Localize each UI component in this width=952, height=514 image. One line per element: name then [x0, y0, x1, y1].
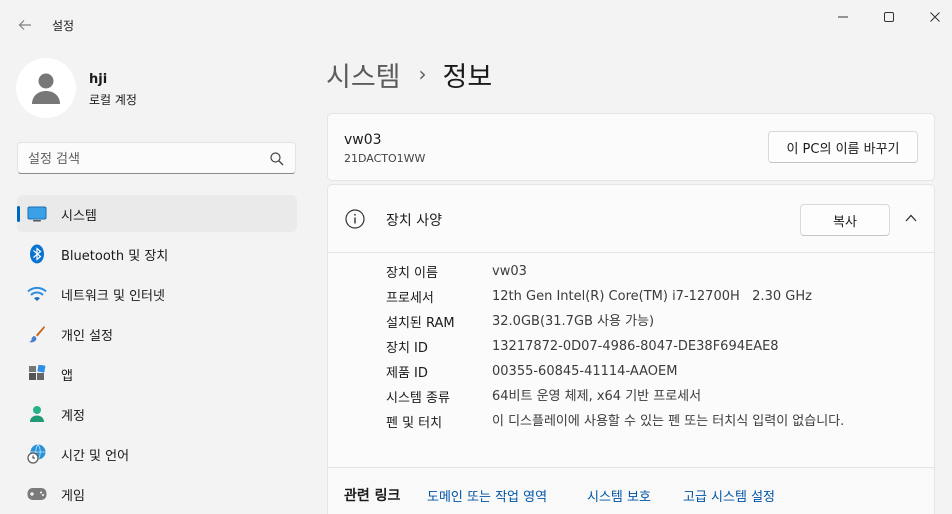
sidebar-item-apps[interactable]: 앱: [17, 355, 297, 392]
user-profile[interactable]: hji 로컬 계정: [16, 58, 296, 120]
monitor-icon: [27, 204, 47, 224]
spec-row: 펜 및 터치 이 디스플레이에 사용할 수 있는 펜 또는 터치식 입력이 없습…: [386, 412, 926, 458]
sidebar-item-label: 개인 설정: [61, 329, 113, 344]
device-specs-list: 장치 이름 vw03 프로세서 12th Gen Intel(R) Core(T…: [386, 262, 926, 458]
spec-value: 12th Gen Intel(R) Core(TM) i7-12700H 2.3…: [492, 289, 812, 304]
sidebar-item-accounts[interactable]: 계정: [17, 395, 297, 432]
spec-label: 프로세서: [386, 291, 434, 306]
pc-model: 21DACTO1WW: [344, 152, 426, 165]
sidebar-item-time-language[interactable]: 시간 및 언어: [17, 435, 297, 472]
search-icon[interactable]: [269, 151, 285, 167]
related-links-title: 관련 링크: [344, 488, 401, 504]
spec-label: 장치 ID: [386, 341, 428, 356]
spec-label: 시스템 종류: [386, 391, 450, 406]
sidebar-item-label: 시스템: [61, 209, 97, 224]
spec-label: 설치된 RAM: [386, 316, 455, 331]
sidebar-item-label: 게임: [61, 489, 85, 504]
person-avatar-icon: [32, 73, 60, 104]
breadcrumb-parent[interactable]: 시스템: [326, 55, 401, 94]
spec-value: vw03: [492, 264, 527, 279]
title-bar: 설정: [0, 0, 952, 48]
collapse-button[interactable]: [900, 207, 922, 229]
device-specs-card: 장치 사양 복사 장치 이름 vw03 프로세서 12th Gen Intel(…: [327, 184, 935, 514]
sidebar-item-label: 네트워크 및 인터넷: [61, 289, 165, 304]
gamepad-icon: [27, 484, 47, 504]
account-type: 로컬 계정: [89, 93, 137, 107]
back-button[interactable]: [10, 10, 40, 40]
maximize-button[interactable]: [866, 0, 912, 34]
copy-button[interactable]: 복사: [800, 204, 890, 236]
device-specs-header[interactable]: 장치 사양 복사: [328, 185, 934, 253]
maximize-icon: [884, 12, 894, 22]
device-specs-title: 장치 사양: [386, 213, 442, 229]
globe-clock-icon: [27, 444, 47, 464]
arrow-left-icon: [18, 20, 31, 30]
spec-value: 32.0GB(31.7GB 사용 가능): [492, 314, 655, 329]
sidebar-item-bluetooth[interactable]: Bluetooth 및 장치: [17, 235, 297, 272]
related-links: 관련 링크 도메인 또는 작업 영역 시스템 보호 고급 시스템 설정: [328, 467, 934, 514]
spec-row: 설치된 RAM 32.0GB(31.7GB 사용 가능): [386, 312, 926, 337]
close-button[interactable]: [912, 0, 952, 34]
pc-name: vw03: [344, 132, 382, 148]
sidebar-item-label: 앱: [61, 369, 73, 384]
breadcrumb-separator: ›: [418, 62, 427, 86]
person-icon: [27, 404, 47, 424]
info-icon: [345, 209, 365, 229]
spec-row: 시스템 종류 64비트 운영 체제, x64 기반 프로세서: [386, 387, 926, 412]
minimize-icon: [838, 16, 848, 18]
chevron-up-icon: [905, 214, 917, 222]
user-name: hji: [89, 72, 108, 87]
minimize-button[interactable]: [820, 0, 866, 34]
breadcrumb: 시스템 › 정보: [326, 54, 492, 94]
spec-row: 제품 ID 00355-60845-41114-AAOEM: [386, 362, 926, 387]
spec-value: 이 디스플레이에 사용할 수 있는 펜 또는 터치식 입력이 없습니다.: [492, 414, 845, 429]
sidebar-item-gaming[interactable]: 게임: [17, 475, 297, 512]
sidebar-item-label: Bluetooth 및 장치: [61, 249, 169, 264]
spec-value: 64비트 운영 체제, x64 기반 프로세서: [492, 389, 702, 404]
sidebar-item-label: 시간 및 언어: [61, 449, 130, 464]
spec-row: 장치 ID 13217872-0D07-4986-8047-DE38F694EA…: [386, 337, 926, 362]
link-advanced-system-settings[interactable]: 고급 시스템 설정: [683, 486, 775, 505]
rename-pc-button[interactable]: 이 PC의 이름 바꾸기: [768, 131, 918, 163]
spec-row: 장치 이름 vw03: [386, 262, 926, 287]
spec-row: 프로세서 12th Gen Intel(R) Core(TM) i7-12700…: [386, 287, 926, 312]
spec-value: 00355-60845-41114-AAOEM: [492, 364, 678, 379]
link-domain-workgroup[interactable]: 도메인 또는 작업 영역: [427, 486, 547, 505]
page-title: 정보: [442, 61, 493, 93]
spec-label: 제품 ID: [386, 366, 428, 381]
app-title: 설정: [52, 19, 75, 33]
sidebar-item-network[interactable]: 네트워크 및 인터넷: [17, 275, 297, 312]
pc-name-card: vw03 21DACTO1WW 이 PC의 이름 바꾸기: [327, 113, 935, 181]
search-input[interactable]: [28, 149, 258, 169]
avatar: [16, 58, 76, 118]
bluetooth-icon: [27, 244, 47, 264]
sidebar-item-label: 계정: [61, 409, 85, 424]
wifi-icon: [27, 284, 47, 304]
spec-label: 펜 및 터치: [386, 416, 443, 431]
sidebar-item-personalization[interactable]: 개인 설정: [17, 315, 297, 352]
link-system-protection[interactable]: 시스템 보호: [587, 486, 651, 505]
close-icon: [930, 12, 940, 22]
spec-label: 장치 이름: [386, 266, 438, 281]
sidebar-item-system[interactable]: 시스템: [17, 195, 297, 232]
sidebar-nav: 시스템 Bluetooth 및 장치 네트워크 및 인터넷 개인 설정 앱 계정: [17, 195, 297, 514]
settings-search[interactable]: [17, 142, 296, 174]
paintbrush-icon: [27, 324, 47, 344]
spec-value: 13217872-0D07-4986-8047-DE38F694EAE8: [492, 339, 779, 354]
apps-icon: [27, 364, 47, 384]
